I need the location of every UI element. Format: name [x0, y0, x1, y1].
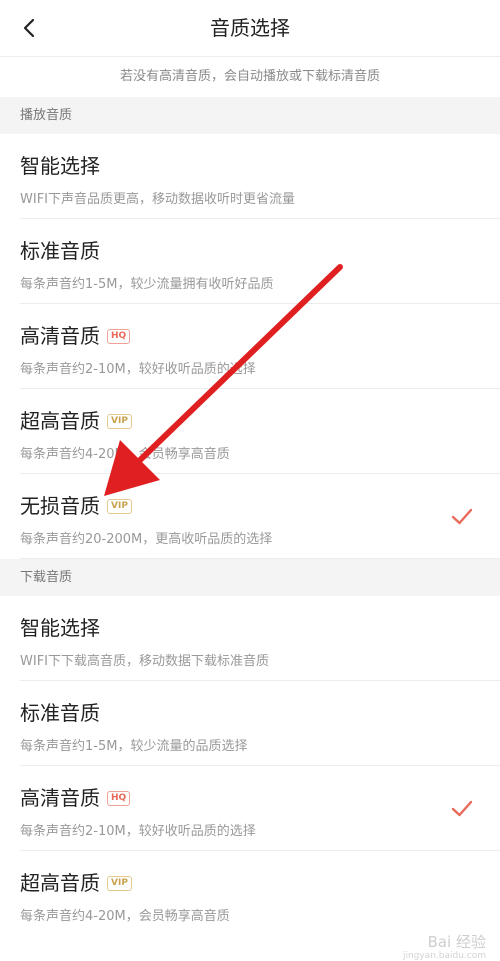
download-quality-option[interactable]: 超高音质 VIP 每条声音约4-20M，会员畅享高音质	[0, 851, 500, 936]
option-title: 高清音质 HQ	[20, 785, 131, 811]
vip-badge: VIP	[107, 875, 132, 891]
option-name: 标准音质	[20, 701, 100, 725]
option-name: 高清音质	[20, 324, 100, 348]
download-quality-option[interactable]: 标准音质每条声音约1-5M，较少流量的品质选择	[0, 681, 500, 766]
hq-badge: HQ	[107, 790, 131, 806]
watermark: Bai 经验 jingyan.baidu.com	[403, 931, 486, 961]
option-name: 标准音质	[20, 239, 100, 263]
option-description: 每条声音约2-10M，较好收听品质的选择	[20, 824, 256, 839]
watermark-sub: jingyan.baidu.com	[402, 951, 486, 961]
option-title: 无损音质 VIP	[20, 493, 132, 519]
option-name: 高清音质	[20, 786, 100, 810]
option-title: 高清音质 HQ	[20, 323, 131, 349]
header-bar: 音质选择	[0, 0, 500, 57]
option-name: 超高音质	[20, 871, 100, 895]
option-description: 每条声音约1-5M，较少流量拥有收听好品质	[20, 277, 274, 292]
play-quality-option[interactable]: 智能选择 WIFI下声音品质更高，移动数据收听时更省流量	[0, 134, 500, 219]
section-header-download: 下载音质	[0, 559, 500, 596]
vip-badge: VIP	[107, 413, 132, 429]
option-title: 标准音质	[20, 700, 100, 726]
checkmark-icon	[451, 800, 473, 817]
option-name: 智能选择	[20, 154, 100, 178]
option-description: 每条声音约4-20M，会员畅享高音质	[20, 909, 230, 924]
option-description: 每条声音约2-10M，较好收听品质的选择	[20, 362, 256, 377]
watermark-text: Bai 经验	[427, 933, 486, 951]
option-name: 智能选择	[20, 616, 100, 640]
download-quality-option[interactable]: 智能选择 WIFI下下载高音质，移动数据下载标准音质	[0, 596, 500, 681]
option-name: 无损音质	[20, 494, 100, 518]
option-title: 智能选择	[20, 153, 100, 179]
section-header-play: 播放音质	[0, 97, 500, 134]
checkmark-icon	[451, 508, 473, 525]
option-description: WIFI下下载高音质，移动数据下载标准音质	[20, 654, 269, 669]
quality-notice: 若没有高清音质，会自动播放或下载标清音质	[0, 57, 500, 97]
option-description: 每条声音约4-20M，会员畅享高音质	[20, 447, 230, 462]
option-title: 智能选择	[20, 615, 100, 641]
quality-list: 播放音质 智能选择 WIFI下声音品质更高，移动数据收听时更省流量 标准音质 每条声音…	[0, 97, 500, 936]
page-title: 音质选择	[210, 16, 290, 40]
option-title: 标准音质	[20, 238, 100, 264]
play-quality-option[interactable]: 标准音质每条声音约1-5M，较少流量拥有收听好品质	[0, 219, 500, 304]
play-quality-option[interactable]: 无损音质 VIP 每条声音约20-200M，更高收听品质的选择	[0, 474, 500, 559]
hq-badge: HQ	[107, 328, 131, 344]
play-quality-option[interactable]: 高清音质 HQ 每条声音约2-10M，较好收听品质的选择	[0, 304, 500, 389]
back-button[interactable]	[14, 12, 46, 44]
vip-badge: VIP	[107, 498, 132, 514]
option-title: 超高音质 VIP	[20, 408, 132, 434]
option-description: 每条声音约20-200M，更高收听品质的选择	[20, 532, 273, 547]
download-quality-group: 智能选择 WIFI下下载高音质，移动数据下载标准音质标准音质每条声音约1-5M，较…	[0, 596, 500, 936]
chevron-left-icon	[23, 18, 35, 38]
option-description: WIFI下声音品质更高，移动数据收听时更省流量	[20, 192, 295, 207]
play-quality-option[interactable]: 超高音质 VIP 每条声音约4-20M，会员畅享高音质	[0, 389, 500, 474]
option-title: 超高音质 VIP	[20, 870, 132, 896]
download-quality-option[interactable]: 高清音质 HQ 每条声音约2-10M，较好收听品质的选择	[0, 766, 500, 851]
option-name: 超高音质	[20, 409, 100, 433]
option-description: 每条声音约1-5M，较少流量的品质选择	[20, 739, 248, 754]
play-quality-group: 智能选择 WIFI下声音品质更高，移动数据收听时更省流量标准音质每条声音约1-5M…	[0, 134, 500, 559]
